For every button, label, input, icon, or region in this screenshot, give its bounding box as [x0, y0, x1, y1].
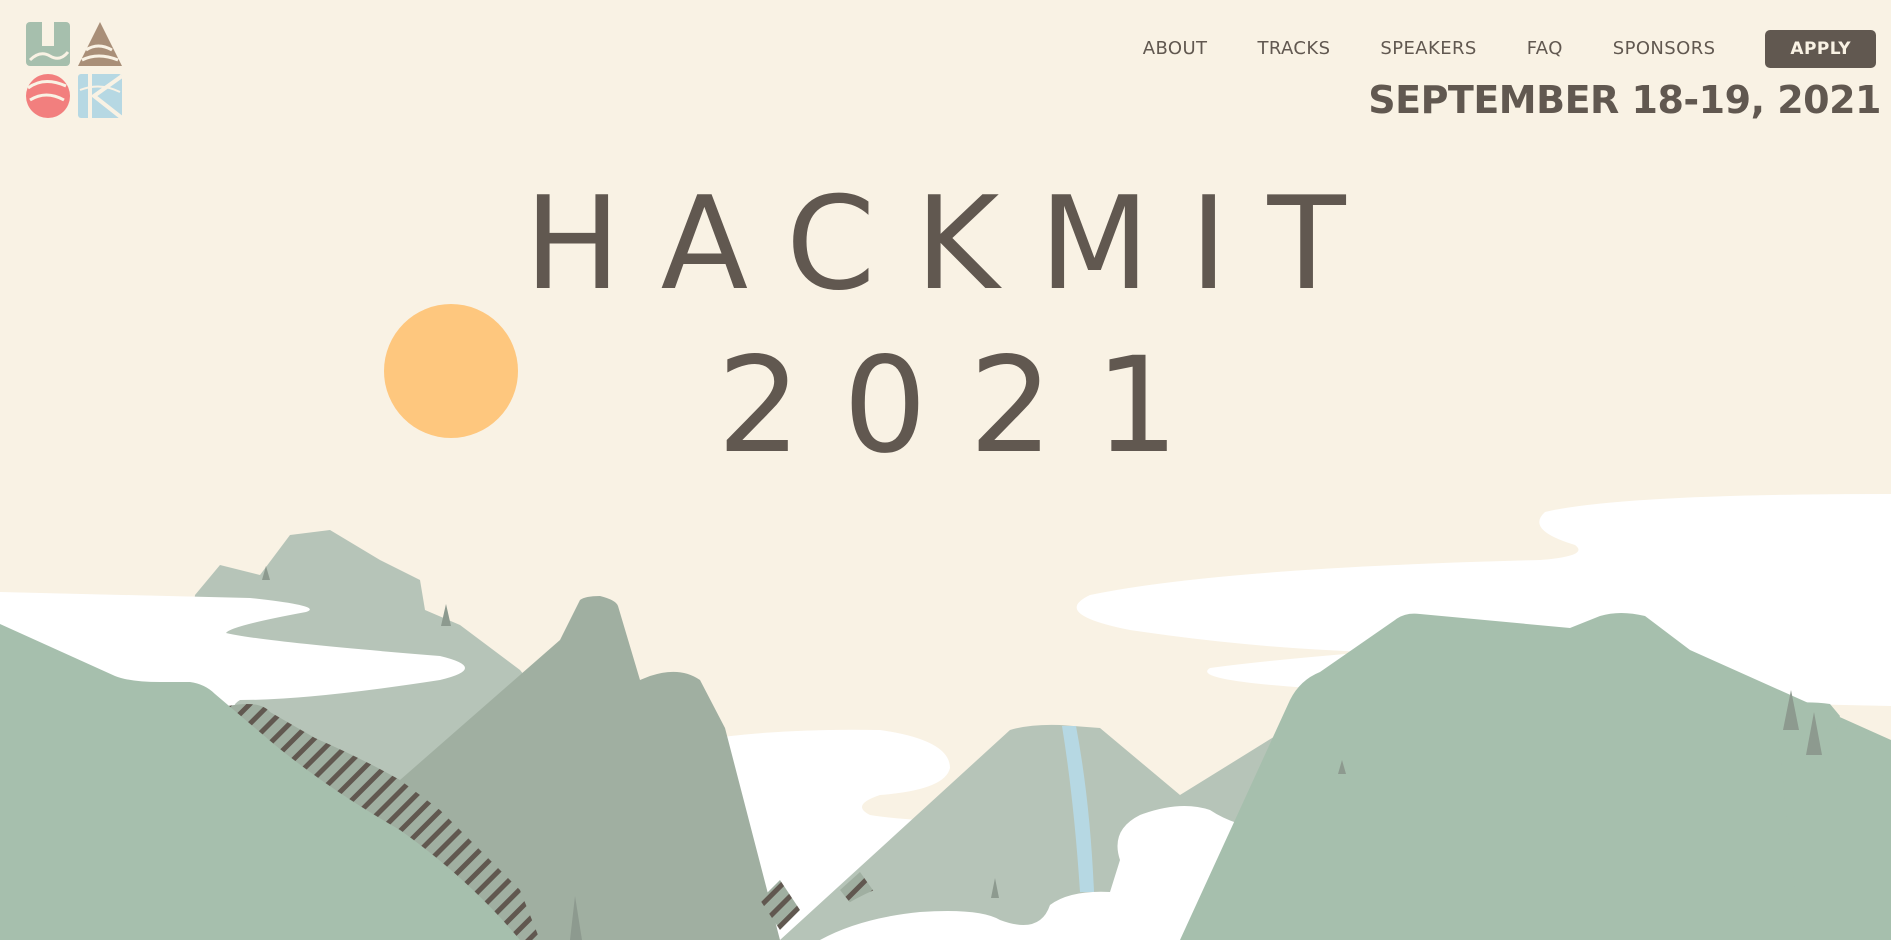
- mountain-landscape-illustration: [0, 494, 1891, 940]
